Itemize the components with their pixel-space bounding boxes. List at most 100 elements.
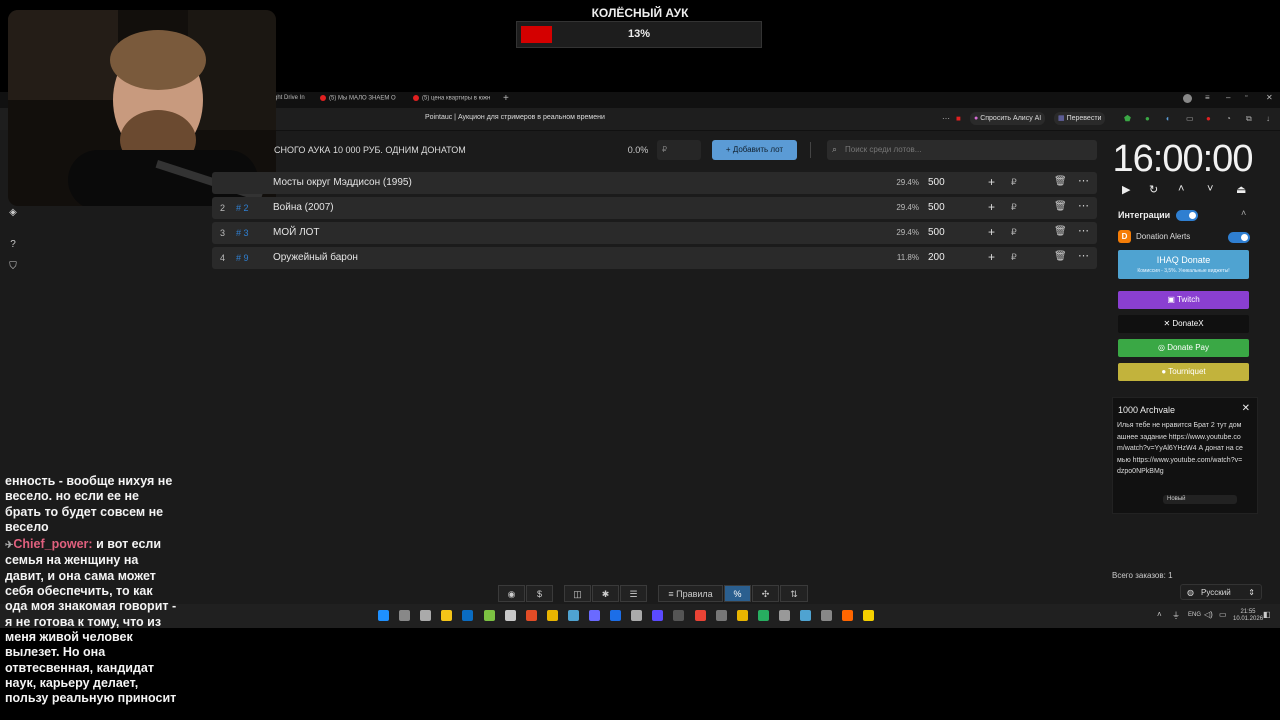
ruble-icon[interactable]: ₽ bbox=[1011, 177, 1017, 188]
notification-icon[interactable]: ◧ bbox=[1263, 610, 1271, 619]
app-icon[interactable] bbox=[736, 610, 748, 621]
twitch-button[interactable]: ▣ Twitch bbox=[1118, 291, 1249, 309]
extension-icon[interactable]: ⧉ bbox=[1246, 114, 1252, 124]
lot-amount[interactable]: 500 bbox=[928, 227, 945, 238]
integrations-toggle[interactable] bbox=[1176, 210, 1198, 221]
notes-icon[interactable] bbox=[546, 610, 558, 621]
play-icon[interactable]: ▶ bbox=[1122, 183, 1130, 196]
browser-tab[interactable]: ght Drive In bbox=[274, 95, 305, 101]
bookmark-icon[interactable]: ■ bbox=[956, 114, 961, 123]
speaker-icon[interactable]: ◁) bbox=[1204, 610, 1213, 619]
lot-amount[interactable]: 500 bbox=[928, 202, 945, 213]
amount-input[interactable]: ₽ bbox=[657, 140, 701, 160]
chat-icon[interactable] bbox=[800, 610, 811, 621]
capcut-icon[interactable] bbox=[631, 610, 643, 621]
extension-icon[interactable]: ● bbox=[1206, 114, 1211, 123]
steam-icon[interactable] bbox=[462, 610, 474, 621]
lot-row[interactable]: Мосты округ Мэддисон (1995) 29.4% 500 + … bbox=[212, 172, 1097, 194]
keyboard-language[interactable]: ENG bbox=[1188, 612, 1201, 618]
trash-icon[interactable]: 🗑︎ bbox=[1054, 251, 1067, 262]
lot-search-input[interactable]: Поиск среди лотов... bbox=[827, 140, 1097, 160]
more-icon[interactable]: ⋯ bbox=[942, 114, 950, 123]
sort-icon[interactable]: ⇅ bbox=[780, 585, 808, 602]
shield-icon[interactable]: ⬟ bbox=[1124, 114, 1131, 123]
ask-alice-button[interactable]: ● Спросить Алису AI bbox=[970, 112, 1046, 125]
menu-icon[interactable]: ≡ bbox=[1205, 93, 1210, 102]
photoshop-icon[interactable] bbox=[610, 610, 622, 621]
close-icon[interactable]: ✕ bbox=[1242, 403, 1250, 414]
battery-icon[interactable]: ▭ bbox=[1219, 610, 1227, 619]
more-icon[interactable]: ⋯ bbox=[1078, 249, 1089, 262]
extension-icon[interactable]: ◔ bbox=[1226, 114, 1231, 123]
dollar-icon[interactable]: $ bbox=[526, 585, 553, 602]
more-icon[interactable]: ⋯ bbox=[1078, 199, 1089, 212]
reset-icon[interactable]: ↻ bbox=[1149, 183, 1158, 196]
app-icon[interactable] bbox=[715, 610, 727, 621]
browser-tab[interactable]: (5) цена квартиры в южн bbox=[413, 95, 490, 102]
lot-name[interactable]: Оружейный барон bbox=[273, 252, 358, 263]
tray-expand-icon[interactable]: ˄ bbox=[1157, 610, 1162, 619]
move-icon[interactable]: ✣ bbox=[752, 585, 779, 602]
donation-alerts-toggle[interactable] bbox=[1228, 232, 1250, 243]
search-icon[interactable] bbox=[399, 610, 411, 621]
chrome-icon[interactable] bbox=[694, 610, 706, 621]
app-icon[interactable] bbox=[863, 610, 875, 621]
obs-icon[interactable] bbox=[673, 610, 685, 621]
minimize-icon[interactable]: – bbox=[1226, 93, 1230, 102]
tourniquet-button[interactable]: ● Tourniquet bbox=[1118, 363, 1249, 381]
telegram-icon[interactable] bbox=[567, 610, 579, 621]
re-icon[interactable] bbox=[778, 610, 790, 621]
profile-icon[interactable] bbox=[1183, 94, 1192, 103]
add-amount-icon[interactable]: + bbox=[988, 175, 995, 189]
yandex-icon[interactable] bbox=[525, 610, 537, 621]
lot-name[interactable]: Война (2007) bbox=[273, 202, 334, 213]
lot-row[interactable]: 2 # 2 Война (2007) 29.4% 500 + ₽ 🗑︎ ⋯ bbox=[212, 197, 1097, 219]
more-icon[interactable]: ⋯ bbox=[1078, 224, 1089, 237]
ruble-icon[interactable]: ₽ bbox=[1011, 202, 1017, 213]
rules-button[interactable]: ≡ Правила bbox=[658, 585, 723, 602]
trash-icon[interactable]: 🗑︎ bbox=[1054, 226, 1067, 237]
lot-name[interactable]: Мосты округ Мэддисон (1995) bbox=[273, 177, 412, 188]
help-icon[interactable]: ? bbox=[6, 238, 20, 252]
lot-name[interactable]: МОЙ ЛОТ bbox=[273, 227, 320, 238]
lot-amount[interactable]: 500 bbox=[928, 177, 945, 188]
translate-button[interactable]: ▦ Перевести bbox=[1054, 112, 1106, 125]
lot-amount[interactable]: 200 bbox=[928, 252, 945, 263]
folder-icon[interactable] bbox=[441, 610, 453, 621]
bug-icon[interactable]: ✱ bbox=[592, 585, 619, 602]
spreadsheet-icon[interactable] bbox=[757, 610, 769, 621]
layers-icon[interactable]: ◈ bbox=[6, 206, 20, 220]
extension-icon[interactable]: ◖ bbox=[1165, 114, 1170, 123]
maximize-icon[interactable]: ▫ bbox=[1245, 93, 1247, 100]
github-icon[interactable]: ◉ bbox=[498, 585, 525, 602]
app-icon[interactable] bbox=[821, 610, 833, 621]
shield-icon[interactable]: ⛉ bbox=[6, 260, 20, 274]
download-icon[interactable]: ↓ bbox=[1266, 114, 1270, 123]
more-icon[interactable]: ⋯ bbox=[1078, 174, 1089, 187]
history-icon[interactable]: ◫ bbox=[564, 585, 591, 602]
xbox-icon[interactable] bbox=[483, 610, 495, 621]
trash-icon[interactable]: 🗑︎ bbox=[1054, 176, 1067, 187]
lot-row[interactable]: 3 # 3 МОЙ ЛОТ 29.4% 500 + ₽ 🗑︎ ⋯ bbox=[212, 222, 1097, 244]
clock[interactable]: 21:55 10.01.2026 bbox=[1233, 609, 1263, 623]
status-badge[interactable]: Новый bbox=[1163, 495, 1237, 504]
percent-field[interactable]: 0.0% bbox=[620, 140, 656, 160]
browser-tab[interactable]: (5) Мы МАЛО ЗНАЕМ О bbox=[320, 95, 396, 102]
premiere-icon[interactable] bbox=[652, 610, 664, 621]
collapse-icon[interactable]: ˄ bbox=[1241, 208, 1246, 218]
eject-icon[interactable]: ⏏ bbox=[1236, 183, 1246, 196]
lot-row[interactable]: 4 # 9 Оружейный барон 11.8% 200 + ₽ 🗑︎ ⋯ bbox=[212, 247, 1097, 269]
settings-icon[interactable] bbox=[420, 610, 432, 621]
add-amount-icon[interactable]: + bbox=[988, 200, 995, 214]
close-window-icon[interactable]: ✕ bbox=[1266, 93, 1273, 102]
donate-pay-button[interactable]: ◎ Donate Pay bbox=[1118, 339, 1249, 357]
trash-icon[interactable]: 🗑︎ bbox=[1054, 201, 1067, 212]
discord-icon[interactable] bbox=[589, 610, 600, 621]
add-amount-icon[interactable]: + bbox=[988, 225, 995, 239]
extension-icon[interactable]: ● bbox=[1145, 114, 1150, 123]
language-select[interactable]: ◍ Русский ⇕ bbox=[1180, 584, 1262, 600]
donatex-button[interactable]: ✕ DonateX bbox=[1118, 315, 1249, 333]
add-lot-button[interactable]: + Добавить лот bbox=[712, 140, 797, 160]
chevron-up-icon[interactable]: ˄ bbox=[1178, 183, 1184, 195]
mic-icon[interactable]: ⏚ bbox=[1172, 610, 1180, 621]
